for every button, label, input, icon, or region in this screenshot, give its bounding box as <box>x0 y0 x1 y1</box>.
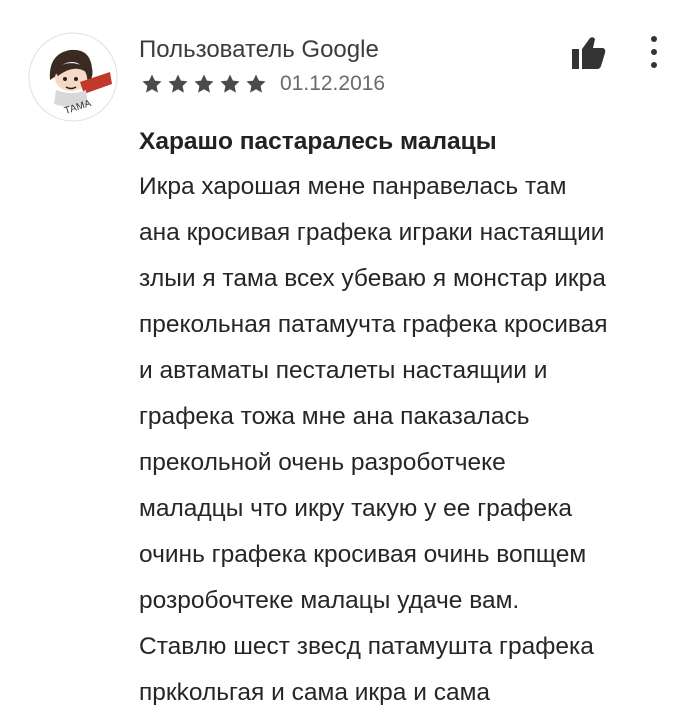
star-rating <box>140 72 268 96</box>
avatar-drawing: ТАМА <box>28 32 118 122</box>
review-line: и автаматы песталеты настаящии и <box>139 357 548 384</box>
review-line: маладцы что икру такую у ее графека <box>139 495 573 522</box>
review-date: 01.12.2016 <box>280 72 386 95</box>
review-line: злыи я тама всех убеваю я монстар икра <box>139 265 606 292</box>
star-icon <box>168 74 188 93</box>
review-line: графека тожа мне ана паказалась <box>139 403 530 430</box>
review-line: розробочтеке малацы удаче вам. <box>139 587 520 614</box>
review-body: Икра харошая мене панравелась там ана кр… <box>139 164 689 716</box>
more-options-button[interactable] <box>640 32 668 72</box>
thumb-up-icon <box>572 37 606 69</box>
review-line: прекольной очень разроботчеке <box>139 449 506 476</box>
review-line: Икра харошая мене панравелась там <box>139 173 567 200</box>
star-icon <box>194 74 214 93</box>
author-name: Пользователь Google <box>139 36 379 63</box>
more-vert-icon <box>651 62 657 68</box>
helpful-button[interactable] <box>568 33 608 73</box>
review-line: пркkольгая и сама икра и сама <box>139 679 491 706</box>
star-icon <box>220 74 240 93</box>
more-vert-icon <box>651 49 657 55</box>
review-line: очинь графека кросивая очинь вопщем <box>139 541 587 568</box>
review-meta: 01.12.2016 <box>140 70 385 98</box>
review-line: Ставлю шест звесд патамушта графека <box>139 633 594 660</box>
review-line: прекольная патамучта графека кросивая <box>139 311 608 338</box>
star-icon <box>246 74 266 93</box>
more-vert-icon <box>651 36 657 42</box>
review-title: Харашо пастаралесь малацы <box>139 128 497 155</box>
review-line: ана кросивая графека играки настаящии <box>139 219 605 246</box>
star-icon <box>142 74 162 93</box>
avatar[interactable]: ТАМА <box>28 32 118 122</box>
